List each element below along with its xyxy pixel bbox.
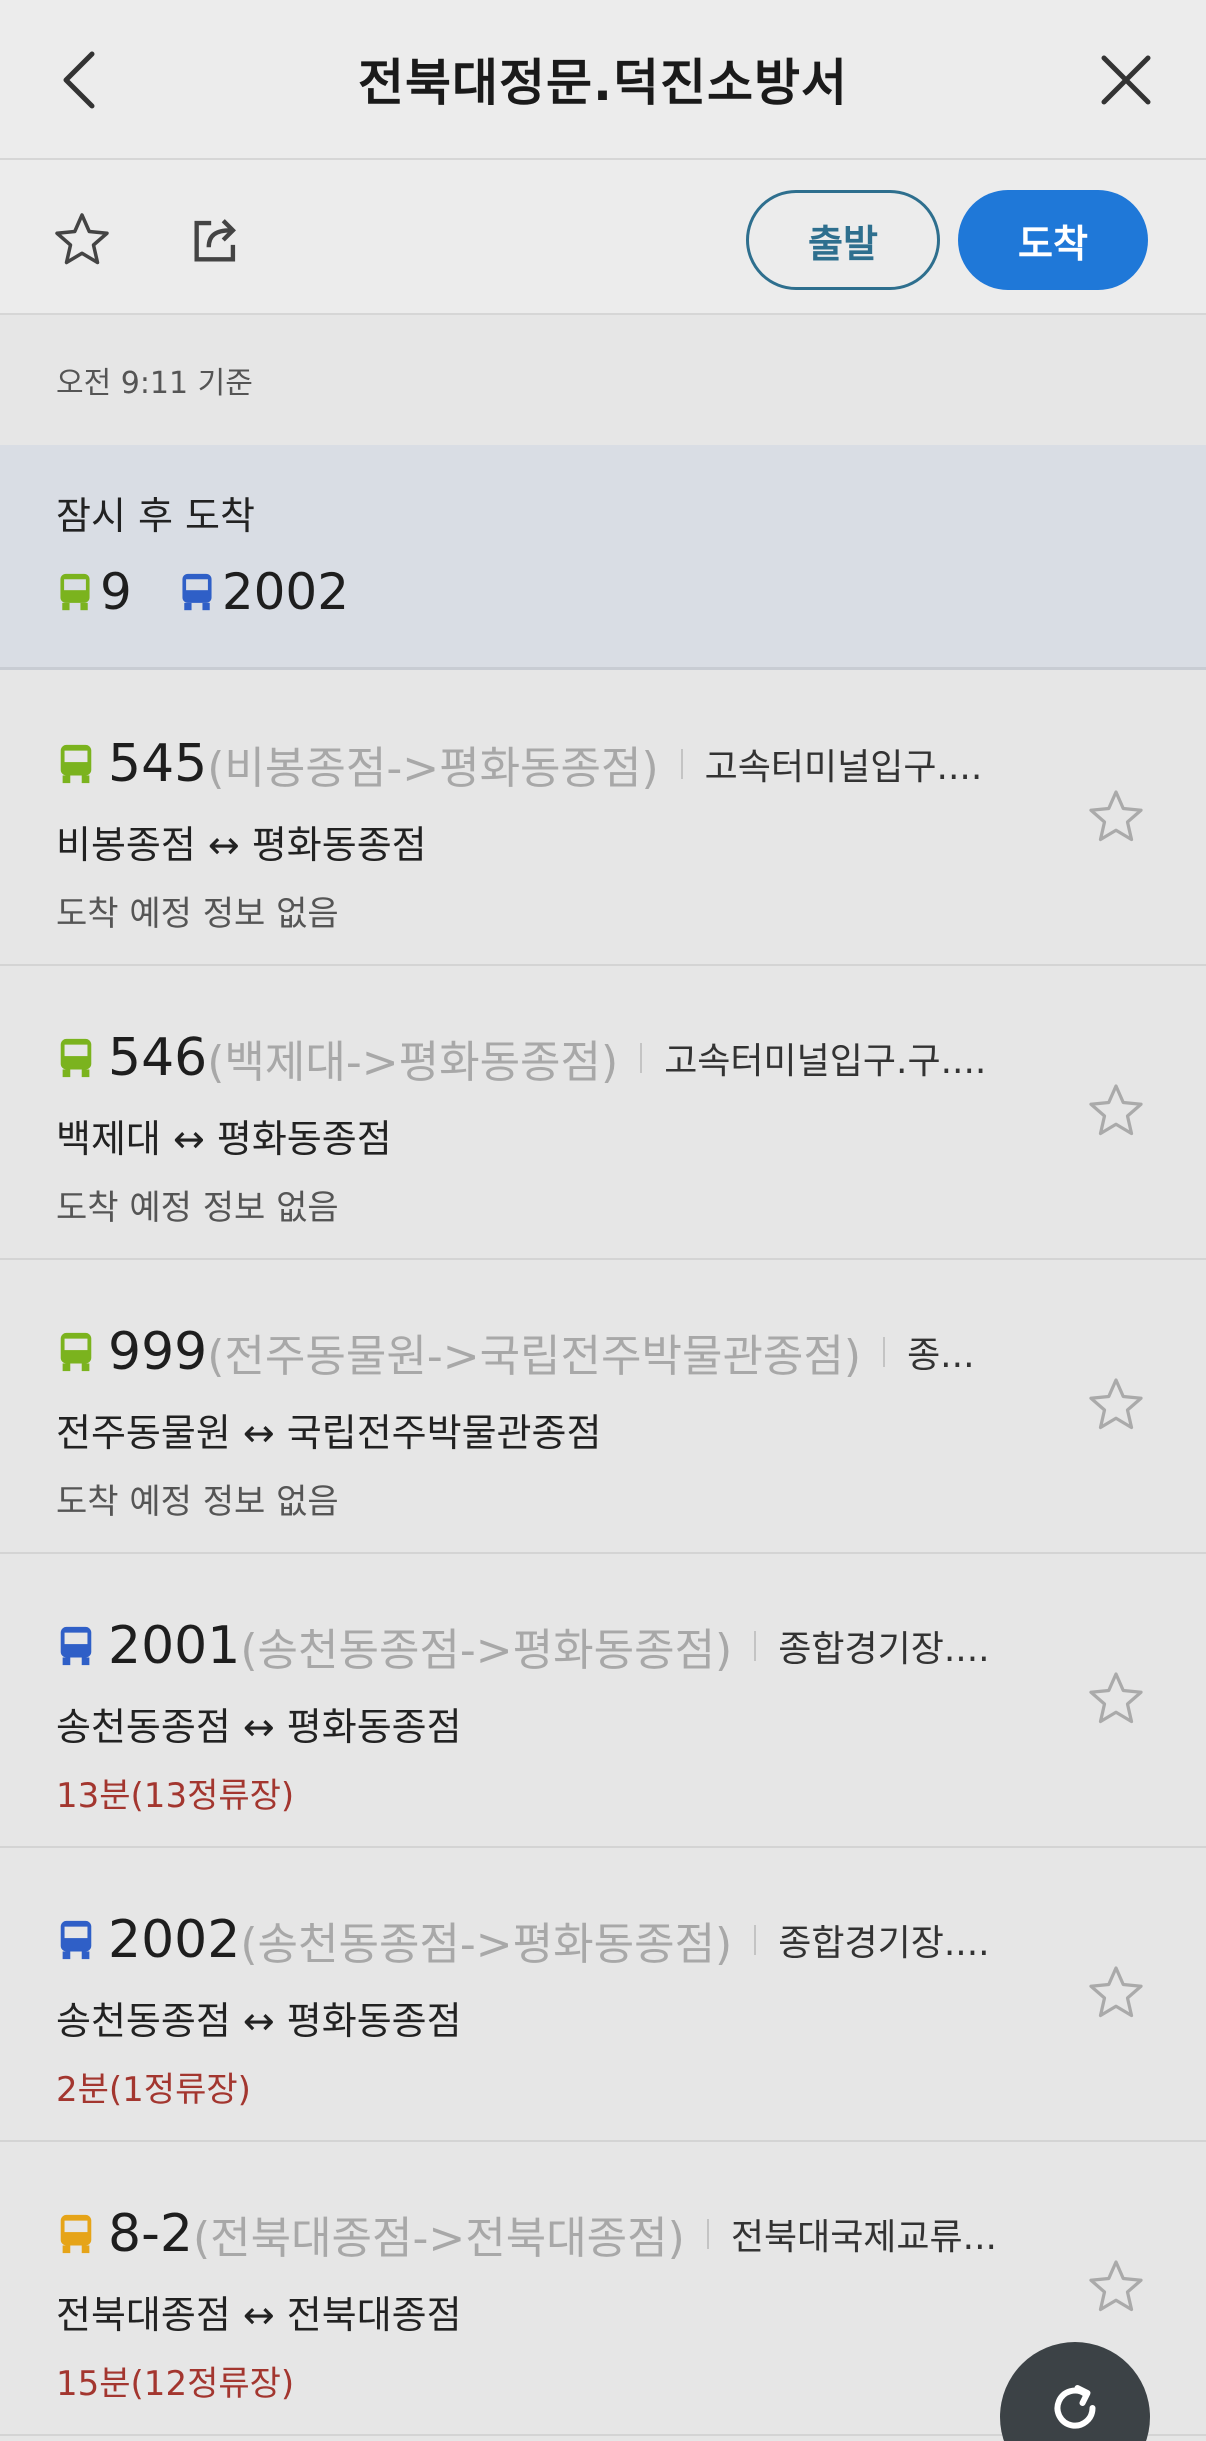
arriving-soon-label: 잠시 후 도착 xyxy=(56,494,255,538)
route-header: 8-2 (전북대종점->전북대종점) 전북대국제교류... xyxy=(56,2202,1056,2266)
soon-bus-item[interactable]: 9 xyxy=(56,563,132,621)
depart-button[interactable]: 출발 xyxy=(746,190,940,290)
route-row[interactable]: 999 (전주동물원->국립전주박물관종점) 종... 전주동물원 ↔ 국립전주… xyxy=(0,1260,1206,1554)
bus-icon xyxy=(60,573,90,611)
star-outline-icon xyxy=(55,213,109,265)
bus-direction: (송천동종점->평화동종점) xyxy=(240,1625,733,1676)
back-button[interactable] xyxy=(50,50,110,110)
soon-bus-number: 9 xyxy=(100,563,132,621)
favorite-route-button[interactable] xyxy=(1086,1669,1146,1733)
arrival-info: 13분(13정류장) xyxy=(56,1776,295,1816)
next-stop: 고속터미널입구.... xyxy=(704,747,983,788)
star-outline-icon xyxy=(1089,1084,1143,1136)
divider xyxy=(706,2219,709,2249)
route-endpoints: 송천동종점 ↔ 평화동종점 xyxy=(56,1705,462,1749)
bus-number: 546 xyxy=(108,1028,208,1088)
arrival-info: 도착 예정 정보 없음 xyxy=(56,1188,339,1228)
arrival-info: 도착 예정 정보 없음 xyxy=(56,1482,339,1522)
route-endpoints: 백제대 ↔ 평화동종점 xyxy=(56,1117,392,1161)
next-stop: 종합경기장.... xyxy=(778,1923,990,1964)
arrive-button[interactable]: 도착 xyxy=(958,190,1148,290)
route-endpoints: 비봉종점 ↔ 평화동종점 xyxy=(56,823,427,867)
favorite-route-button[interactable] xyxy=(1086,787,1146,851)
arrival-info: 2분(1정류장) xyxy=(56,2070,251,2110)
star-outline-icon xyxy=(1089,1672,1143,1724)
app-header: 전북대정문.덕진소방서 xyxy=(0,0,1206,160)
page-title: 전북대정문.덕진소방서 xyxy=(358,54,848,112)
refresh-icon xyxy=(1054,2385,1096,2429)
bus-direction: (백제대->평화동종점) xyxy=(207,1037,619,1088)
route-endpoints: 송천동종점 ↔ 평화동종점 xyxy=(56,1999,462,2043)
route-list: 545 (비봉종점->평화동종점) 고속터미널입구.... 비봉종점 ↔ 평화동… xyxy=(0,672,1206,2436)
arrival-info: 15분(12정류장) xyxy=(56,2364,295,2404)
favorite-route-button[interactable] xyxy=(1086,1963,1146,2027)
time-basis-bar: 오전 9:11 기준 xyxy=(0,315,1206,445)
arriving-soon-buses: 9 2002 xyxy=(56,563,395,621)
route-endpoints: 전주동물원 ↔ 국립전주박물관종점 xyxy=(56,1411,602,1455)
star-outline-icon xyxy=(1089,1966,1143,2018)
bus-icon xyxy=(60,744,92,784)
next-stop: 종... xyxy=(907,1335,975,1376)
share-icon xyxy=(194,219,236,262)
favorite-route-button[interactable] xyxy=(1086,1081,1146,1145)
bus-number: 2002 xyxy=(108,1910,241,1970)
bus-icon xyxy=(60,1920,92,1960)
share-button[interactable] xyxy=(184,208,248,272)
route-header: 2002 (송천동종점->평화동종점) 종합경기장.... xyxy=(56,1908,1056,1972)
divider xyxy=(754,1925,757,1955)
bus-direction: (전북대종점->전북대종점) xyxy=(192,2213,685,2264)
close-button[interactable] xyxy=(1096,50,1156,110)
favorite-route-button[interactable] xyxy=(1086,2257,1146,2321)
divider xyxy=(680,749,683,779)
bus-icon xyxy=(60,1038,92,1078)
next-stop: 종합경기장.... xyxy=(778,1629,990,1670)
route-header: 545 (비봉종점->평화동종점) 고속터미널입구.... xyxy=(56,732,1056,796)
route-row[interactable]: 546 (백제대->평화동종점) 고속터미널입구.구.... 백제대 ↔ 평화동… xyxy=(0,966,1206,1260)
bus-direction: (전주동물원->국립전주박물관종점) xyxy=(207,1331,862,1382)
route-row[interactable]: 2002 (송천동종점->평화동종점) 종합경기장.... 송천동종점 ↔ 평화… xyxy=(0,1848,1206,2142)
route-endpoints: 전북대종점 ↔ 전북대종점 xyxy=(56,2293,462,2337)
bus-number: 999 xyxy=(108,1322,208,1382)
bus-direction: (송천동종점->평화동종점) xyxy=(240,1919,733,1970)
route-header: 546 (백제대->평화동종점) 고속터미널입구.구.... xyxy=(56,1026,1056,1090)
soon-bus-item[interactable]: 2002 xyxy=(178,563,349,621)
soon-bus-number: 2002 xyxy=(221,563,350,621)
arrival-info: 도착 예정 정보 없음 xyxy=(56,894,339,934)
close-icon xyxy=(1101,55,1151,105)
star-outline-icon xyxy=(1089,1378,1143,1430)
bus-icon xyxy=(60,1626,92,1666)
arriving-soon-panel: 잠시 후 도착 9 2002 xyxy=(0,445,1206,670)
divider xyxy=(754,1631,757,1661)
favorite-button[interactable] xyxy=(50,208,114,272)
next-stop: 전북대국제교류... xyxy=(730,2217,997,2258)
divider xyxy=(640,1043,643,1073)
divider xyxy=(883,1337,886,1367)
route-row[interactable]: 2001 (송천동종점->평화동종점) 종합경기장.... 송천동종점 ↔ 평화… xyxy=(0,1554,1206,1848)
bus-icon xyxy=(182,573,212,611)
bus-number: 545 xyxy=(108,734,208,794)
bus-direction: (비봉종점->평화동종점) xyxy=(207,743,659,794)
chevron-left-icon xyxy=(63,51,95,109)
favorite-route-button[interactable] xyxy=(1086,1375,1146,1439)
bus-number: 8-2 xyxy=(108,2204,193,2264)
route-header: 999 (전주동물원->국립전주박물관종점) 종... xyxy=(56,1320,1056,1384)
star-outline-icon xyxy=(1089,2260,1143,2312)
star-outline-icon xyxy=(1089,790,1143,842)
route-header: 2001 (송천동종점->평화동종점) 종합경기장.... xyxy=(56,1614,1056,1678)
time-basis-text: 오전 9:11 기준 xyxy=(56,366,253,401)
next-stop: 고속터미널입구.구.... xyxy=(664,1041,987,1082)
route-row[interactable]: 545 (비봉종점->평화동종점) 고속터미널입구.... 비봉종점 ↔ 평화동… xyxy=(0,672,1206,966)
bus-icon xyxy=(60,1332,92,1372)
bus-icon xyxy=(60,2214,92,2254)
bus-number: 2001 xyxy=(108,1616,241,1676)
